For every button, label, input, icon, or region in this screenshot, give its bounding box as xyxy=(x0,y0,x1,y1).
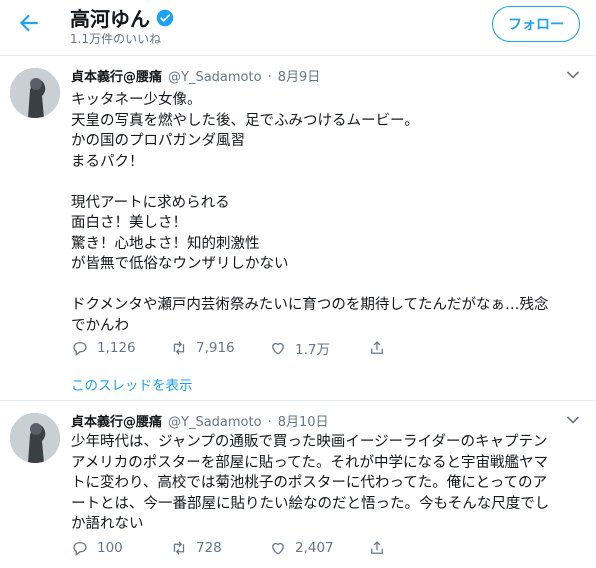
like-count: 2,407 xyxy=(295,540,334,556)
tweet-header: 貞本義行@腰痛 @Y_Sadamoto · 8月10日 xyxy=(71,411,329,430)
verified-badge-icon xyxy=(156,9,174,26)
reply-count: 100 xyxy=(97,540,123,556)
reply-count: 1,126 xyxy=(97,340,136,356)
tweet-date[interactable]: 8月9日 xyxy=(278,66,321,85)
like-count: 1.7万 xyxy=(295,342,330,358)
retweet-button[interactable]: 728 xyxy=(170,539,269,557)
back-button[interactable] xyxy=(16,10,42,36)
separator-dot: · xyxy=(267,415,272,430)
author-name[interactable]: 貞本義行@腰痛 xyxy=(71,66,162,85)
chevron-down-icon[interactable] xyxy=(566,415,580,425)
retweet-icon[interactable] xyxy=(170,539,188,557)
reply-icon[interactable] xyxy=(71,339,89,357)
chevron-down-icon[interactable] xyxy=(566,70,580,80)
like-button[interactable]: 2,407 xyxy=(269,539,368,557)
author-name[interactable]: 貞本義行@腰痛 xyxy=(71,411,162,430)
share-button[interactable] xyxy=(368,539,467,557)
reply-button[interactable]: 100 xyxy=(71,539,170,557)
likes-count: 1.1万件のいいね xyxy=(70,32,162,46)
retweet-icon[interactable] xyxy=(170,339,188,357)
reply-button[interactable]: 1,126 xyxy=(71,339,170,357)
back-arrow-icon[interactable] xyxy=(16,10,42,36)
tweet-header: 貞本義行@腰痛 @Y_Sadamoto · 8月9日 xyxy=(71,66,320,85)
share-icon[interactable] xyxy=(368,539,386,557)
show-thread-link[interactable]: このスレッドを表示 xyxy=(71,374,193,394)
like-icon[interactable] xyxy=(269,539,287,557)
profile-name-text: 高河ゆん xyxy=(70,7,150,31)
tweet[interactable]: 貞本義行@腰痛 @Y_Sadamoto · 8月10日 少年時代は、ジャンプの通… xyxy=(0,401,596,568)
avatar-image xyxy=(10,68,60,118)
avatar[interactable] xyxy=(10,413,60,463)
retweet-button[interactable]: 7,916 xyxy=(170,339,269,357)
reply-icon[interactable] xyxy=(71,539,89,557)
author-handle[interactable]: @Y_Sadamoto xyxy=(168,70,262,85)
share-button[interactable] xyxy=(368,339,467,357)
avatar-image xyxy=(10,413,60,463)
retweet-count: 728 xyxy=(196,540,222,556)
retweet-count: 7,916 xyxy=(196,340,235,356)
tweet[interactable]: 貞本義行@腰痛 @Y_Sadamoto · 8月9日 キッタネー少女像。 天皇の… xyxy=(0,56,596,401)
tweet-text: キッタネー少女像。 天皇の写真を燃やした後、足でふみつけるムービー。 かの国のプ… xyxy=(71,92,549,334)
profile-header: 高河ゆん 1.1万件のいいね フォロー xyxy=(0,0,596,56)
follow-button[interactable]: フォロー xyxy=(492,6,580,42)
share-icon[interactable] xyxy=(368,339,386,357)
like-icon[interactable] xyxy=(269,339,287,357)
separator-dot: · xyxy=(267,70,272,85)
tweet-date[interactable]: 8月10日 xyxy=(278,411,329,430)
tweet-actions: 1,126 7,916 1.7万 xyxy=(71,338,467,358)
avatar[interactable] xyxy=(10,68,60,118)
profile-name: 高河ゆん xyxy=(70,3,174,32)
tweet-actions: 100 728 2,407 xyxy=(71,539,467,557)
author-handle[interactable]: @Y_Sadamoto xyxy=(168,415,262,430)
like-button[interactable]: 1.7万 xyxy=(269,338,368,358)
tweet-text: 少年時代は、ジャンプの通販で買った映画イージーライダーのキャプテン アメリカのポ… xyxy=(71,434,550,532)
